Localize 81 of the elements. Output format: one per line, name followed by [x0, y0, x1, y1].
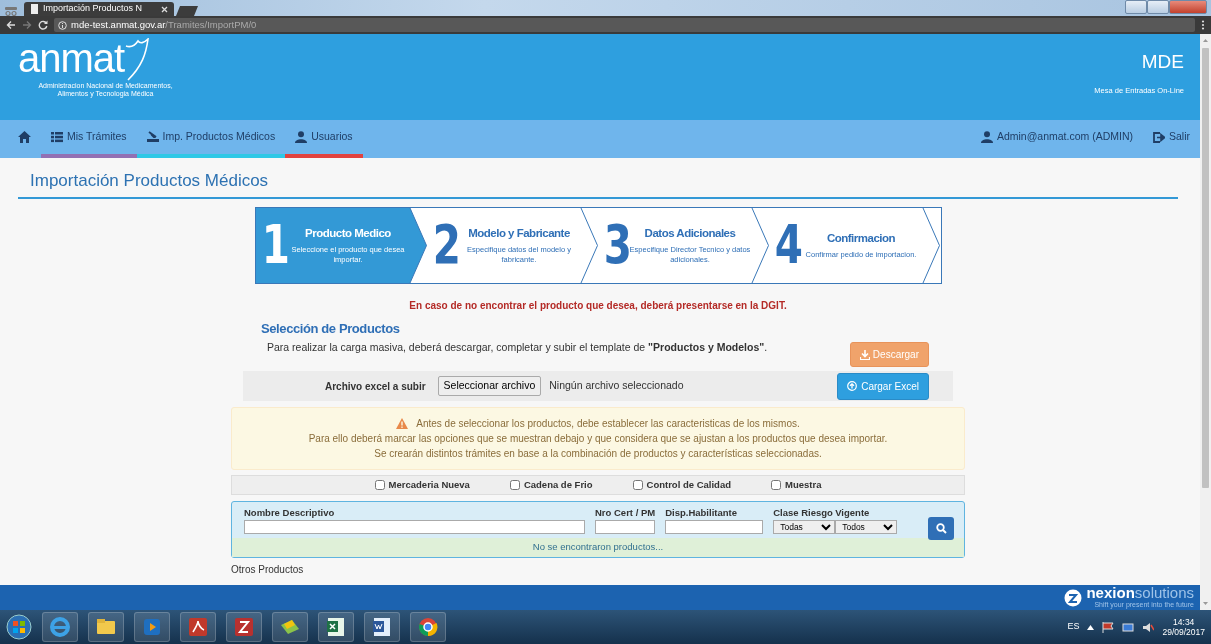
back-icon[interactable]	[6, 20, 16, 30]
address-bar[interactable]: mde-test.anmat.gov.ar/Tramites/ImportPM/0	[54, 18, 1195, 32]
checkbox-label: Control de Calidad	[646, 477, 731, 492]
page-icon	[30, 4, 39, 14]
flag-icon[interactable]	[1102, 621, 1115, 633]
instructions-text: Para realizar la carga masiva, deberá descargar, completar y subir el template de "Productos y Modelos".	[267, 340, 768, 355]
logout-link[interactable]: Salir	[1143, 120, 1200, 158]
logo-text: anmat	[18, 38, 125, 78]
network-icon[interactable]	[1122, 621, 1135, 633]
browser-tab[interactable]: Importación Productos N	[24, 2, 174, 16]
input-field[interactable]	[244, 520, 585, 535]
step-title: Datos Adicionales	[643, 226, 737, 242]
browser-icon[interactable]	[48, 615, 72, 639]
page-title: Importación Productos Médicos	[18, 158, 1178, 199]
tray-icon	[146, 131, 159, 143]
checkbox[interactable]	[374, 480, 385, 490]
field-label: Disp.Habilitante	[665, 506, 738, 520]
search-icon	[935, 523, 947, 535]
start-button[interactable]	[6, 614, 32, 640]
dropdown[interactable]: Todos	[835, 520, 898, 535]
input-field[interactable]	[595, 520, 655, 535]
checkbox-label: Muestra	[785, 477, 822, 492]
expand-icon[interactable]	[1087, 624, 1095, 630]
chrome-icon[interactable]	[416, 615, 440, 639]
more-icon[interactable]	[1201, 20, 1205, 30]
file-label: Archivo excel a subir	[325, 379, 426, 394]
minimize-button[interactable]	[1125, 0, 1147, 14]
checkbox[interactable]	[509, 480, 520, 490]
checkbox-label: Cadena de Frio	[523, 477, 593, 492]
section-title: Selección de Productos	[261, 319, 401, 338]
user-link[interactable]: Admin@anmat.com (ADMIN)	[970, 120, 1143, 158]
warning-text: Se crearán distintos trámites en base a la combinación de productos y características seleccionadas.	[374, 447, 822, 461]
nav-link[interactable]: Imp. Productos Médicos	[136, 120, 286, 158]
info-icon	[58, 20, 67, 30]
empty-message: No se encontraron productos...	[232, 538, 964, 557]
maximize-button[interactable]	[1147, 0, 1169, 14]
checkbox[interactable]	[771, 480, 781, 490]
url-text: mde-test.anmat.gov.ar/Tramites/ImportPM/0	[71, 17, 257, 32]
scrollbar[interactable]	[1200, 34, 1211, 610]
list-icon	[51, 131, 63, 143]
search-button[interactable]	[928, 517, 954, 541]
download-icon	[859, 349, 870, 360]
tab-title: Importación Productos N	[43, 2, 144, 16]
speaker-icon[interactable]	[1142, 621, 1155, 633]
field-label: Clase Riesgo	[773, 506, 834, 520]
app-title: MDE	[1141, 50, 1184, 74]
field-label: Vigente	[835, 506, 871, 520]
language-indicator[interactable]: ES	[1067, 620, 1080, 634]
warning-text: Para ello deberá marcar las opciones que se muestran debajo y que considera que se ajustan a los productos que desea importar.	[308, 432, 888, 446]
field-label: Nro Cert / PM	[595, 506, 656, 520]
notice-text: En caso de no encontrar el producto que desea, deberá presentarse en la DGIT.	[408, 298, 788, 313]
user-icon	[295, 131, 308, 143]
dropdown[interactable]: Todas	[773, 520, 836, 535]
checkbox[interactable]	[632, 480, 643, 490]
user-icon	[980, 131, 993, 143]
step-title: Producto Medico	[304, 226, 392, 242]
nav-link[interactable]: Usuarios	[285, 120, 363, 158]
step-title: Modelo y Fabricante	[467, 226, 571, 242]
close-icon[interactable]	[161, 5, 168, 13]
logo-swoosh-icon	[124, 38, 151, 82]
step-title: Confirmacion	[825, 231, 897, 246]
file-status: Ningún archivo seleccionado	[549, 378, 684, 394]
section-title: Otros Productos	[231, 563, 305, 576]
upload-icon	[847, 381, 858, 391]
brand-text: nexionsolutions	[1086, 584, 1194, 600]
choose-file-button[interactable]: Seleccionar archivo	[437, 376, 542, 396]
field-label: Nombre Descriptivo	[244, 506, 336, 520]
home-icon	[18, 131, 31, 143]
warning-icon	[396, 418, 409, 429]
input-field[interactable]	[665, 520, 764, 535]
incognito-icon	[4, 6, 18, 16]
warning-text: Antes de seleccionar los productos, debe establecer las caracteristicas de los mismos.	[416, 417, 800, 431]
nav-link[interactable]: Mis Trámites	[41, 120, 137, 158]
upload-button[interactable]: Cargar Excel	[837, 372, 929, 400]
logout-icon	[1153, 131, 1165, 143]
pdf-icon[interactable]	[186, 615, 210, 639]
clock[interactable]: 14:34 29/09/2017	[1162, 616, 1205, 638]
new-tab-button[interactable]	[174, 4, 200, 16]
checkbox-label: Mercaderia Nueva	[388, 477, 470, 492]
reload-icon[interactable]	[38, 20, 48, 30]
nexion-logo-icon	[1064, 588, 1083, 607]
